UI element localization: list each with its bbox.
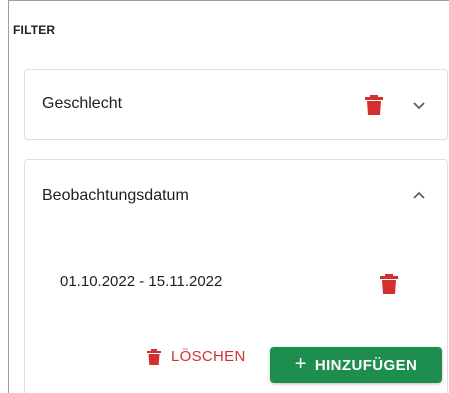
filter-title: FILTER <box>13 23 56 37</box>
panel-label: Geschlecht <box>42 95 123 112</box>
filter-frame-border-left <box>8 0 9 393</box>
filter-panel-geschlecht[interactable]: Geschlecht <box>24 69 448 140</box>
trash-icon[interactable] <box>380 274 398 294</box>
filter-panel-beobachtungsdatum[interactable]: Beobachtungsdatum 01.10.2022 - 15.11.202… <box>24 159 448 393</box>
chevron-down-icon[interactable] <box>411 98 427 114</box>
add-button[interactable]: + HINZUFÜGEN <box>270 347 442 383</box>
trash-icon <box>147 348 161 365</box>
panel-label: Beobachtungsdatum <box>42 187 189 204</box>
delete-button-label: LÖSCHEN <box>171 348 246 365</box>
delete-button[interactable]: LÖSCHEN <box>147 348 246 365</box>
plus-icon: + <box>294 353 307 375</box>
date-range-value: 01.10.2022 - 15.11.2022 <box>60 273 223 290</box>
trash-icon[interactable] <box>365 95 383 115</box>
filter-frame-border-top <box>8 0 449 1</box>
add-button-label: HINZUFÜGEN <box>314 356 418 374</box>
chevron-up-icon[interactable] <box>411 187 427 203</box>
